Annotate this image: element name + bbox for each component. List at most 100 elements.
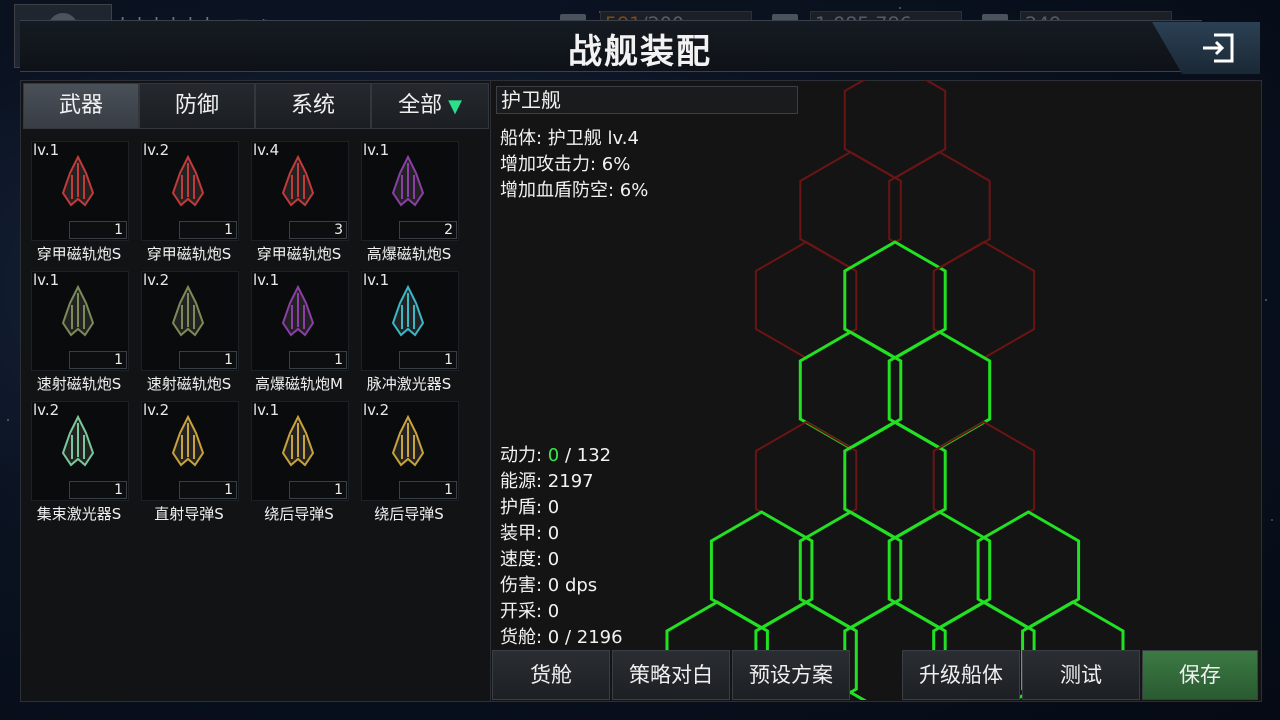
item-count: 2 [399,221,457,239]
item-name: 穿甲磁轨炮S [146,245,232,263]
item-card[interactable]: lv.4 3 穿甲磁轨炮S [249,139,349,267]
dropdown-arrow-icon: ▼ [448,96,462,117]
item-panel: 武器 防御 系统 全部 ▼ lv.1 1 穿甲磁轨炮S lv.2 1 穿甲磁轨炮S lv.4 3… [20,80,491,702]
item-card[interactable]: lv.1 1 高爆磁轨炮M [249,269,349,397]
weapon-ship-icon [391,154,425,207]
item-card[interactable]: lv.2 1 绕后导弹S [359,399,459,527]
item-level: lv.1 [363,141,390,159]
hex-slot-active[interactable] [887,330,992,450]
item-name: 速射磁轨炮S [146,375,232,393]
item-card[interactable]: lv.2 1 直射导弹S [139,399,239,527]
hex-slot-locked[interactable] [932,240,1036,360]
item-name: 高爆磁轨炮M [255,375,343,393]
item-level: lv.2 [143,271,170,289]
item-level: lv.4 [253,141,280,159]
stat-speed: 速度: 0 [500,549,560,570]
item-count: 1 [179,351,237,369]
stat-damage: 伤害: 0 dps [500,575,598,596]
stat-power: 动力: 0 / 132 [500,445,612,466]
item-count: 1 [69,221,127,239]
item-card[interactable]: lv.2 1 集束激光器S [29,399,129,527]
tab-defense[interactable]: 防御 [139,83,255,129]
test-button[interactable]: 测试 [1022,650,1140,700]
item-level: lv.2 [33,401,60,419]
item-name: 脉冲激光器S [366,375,452,393]
item-name: 集束激光器S [36,505,122,523]
item-card[interactable]: lv.1 1 脉冲激光器S [359,269,459,397]
stat-armor: 装甲: 0 [500,523,560,544]
tab-weapons[interactable]: 武器 [23,83,139,129]
item-level: lv.1 [33,271,60,289]
item-name: 速射磁轨炮S [36,375,122,393]
item-count: 1 [179,481,237,499]
item-name: 穿甲磁轨炮S [256,245,342,263]
weapon-ship-icon [281,284,315,337]
upgrade-hull-button[interactable]: 升级船体 [902,650,1020,700]
item-level: lv.2 [363,401,390,419]
exit-icon[interactable] [1200,32,1236,64]
item-count: 3 [289,221,347,239]
tab-all[interactable]: 全部 ▼ [371,83,489,129]
item-level: lv.2 [143,141,170,159]
save-button[interactable]: 保存 [1142,650,1258,700]
item-count: 1 [399,481,457,499]
weapon-ship-icon [391,284,425,337]
hex-slot-active[interactable] [798,510,903,630]
weapon-ship-icon [171,284,205,337]
item-card[interactable]: lv.2 1 速射磁轨炮S [139,269,239,397]
item-name: 穿甲磁轨炮S [36,245,122,263]
item-count: 1 [289,351,347,369]
item-level: lv.1 [253,401,280,419]
hull-info: 船体: 护卫舰 lv.4 [500,128,639,149]
page-title: 战舰装配 [568,32,712,72]
hex-slot-active[interactable] [976,510,1081,630]
item-card[interactable]: lv.2 1 穿甲磁轨炮S [139,139,239,267]
weapon-ship-icon [61,414,95,467]
weapon-ship-icon [61,154,95,207]
weapon-ship-icon [281,154,315,207]
item-card[interactable]: lv.1 2 高爆磁轨炮S [359,139,459,267]
hex-slot-locked[interactable] [754,240,858,360]
hex-slot-active[interactable] [887,510,992,630]
hex-slot-locked[interactable] [888,150,991,270]
stat-cargo: 货舱: 0 / 2196 [500,627,623,648]
hex-slot-locked[interactable] [754,420,858,540]
cargo-button[interactable]: 货舱 [492,650,610,700]
shield-bonus: 增加血盾防空: 6% [500,180,649,201]
weapon-ship-icon [281,414,315,467]
item-card[interactable]: lv.1 1 绕后导弹S [249,399,349,527]
item-count: 1 [399,351,457,369]
ship-name-field[interactable]: 护卫舰 [496,86,798,114]
hex-slot-locked[interactable] [799,150,902,270]
item-count: 1 [69,351,127,369]
item-level: lv.2 [143,401,170,419]
attack-bonus: 增加攻击力: 6% [500,154,631,175]
item-card[interactable]: lv.1 1 穿甲磁轨炮S [29,139,129,267]
item-level: lv.1 [363,271,390,289]
hex-slot-active[interactable] [843,420,947,540]
item-card[interactable]: lv.1 1 速射磁轨炮S [29,269,129,397]
hex-slot-locked[interactable] [843,80,947,180]
strategy-button[interactable]: 策略对白 [612,650,730,700]
weapon-ship-icon [171,414,205,467]
item-name: 绕后导弹S [264,505,334,523]
item-count: 1 [69,481,127,499]
hex-slot-active[interactable] [843,240,947,360]
hex-slot-active[interactable] [798,330,903,450]
weapon-ship-icon [171,154,205,207]
item-count: 1 [179,221,237,239]
item-name: 直射导弹S [154,505,224,523]
item-level: lv.1 [33,141,60,159]
weapon-ship-icon [61,284,95,337]
tab-systems[interactable]: 系统 [255,83,371,129]
item-name: 绕后导弹S [374,505,444,523]
stat-shield: 护盾: 0 [500,497,560,518]
weapon-ship-icon [391,414,425,467]
item-name: 高爆磁轨炮S [366,245,452,263]
hex-slot-active[interactable] [709,510,814,630]
stat-energy: 能源: 2197 [500,471,594,492]
hex-slot-locked[interactable] [932,420,1036,540]
item-level: lv.1 [253,271,280,289]
item-count: 1 [289,481,347,499]
preset-button[interactable]: 预设方案 [732,650,850,700]
